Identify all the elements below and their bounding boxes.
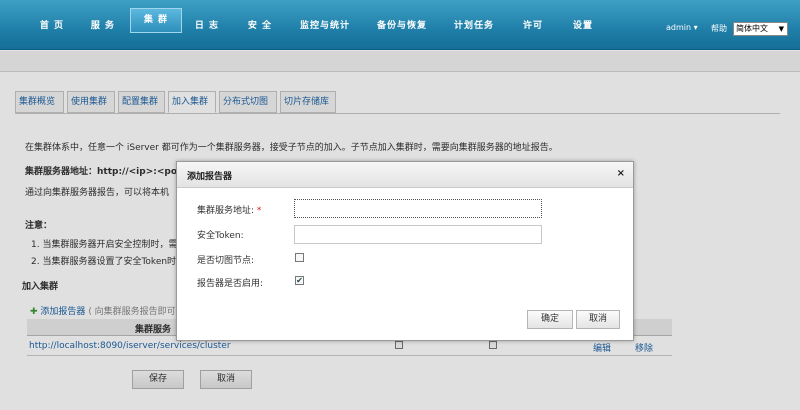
nav-security[interactable]: 安 全: [245, 0, 275, 50]
tile-node-checkbox[interactable]: [295, 253, 304, 262]
nav-logs[interactable]: 日 志: [192, 0, 222, 50]
dialog-header: 添加报告器 ×: [177, 162, 633, 188]
nav-home[interactable]: 首 页: [37, 0, 67, 50]
chevron-down-icon: ▼: [778, 25, 784, 33]
nav-monitoring[interactable]: 监控与统计: [297, 0, 353, 50]
checkmark-icon: ✔: [296, 276, 303, 285]
user-menu[interactable]: admin ▾: [666, 23, 698, 32]
required-mark: *: [256, 206, 262, 216]
token-input[interactable]: [294, 225, 542, 244]
enabled-label: 报告器是否启用:: [197, 279, 264, 289]
dialog-ok-button[interactable]: 确定: [527, 310, 573, 329]
server-address-input[interactable]: [294, 199, 542, 218]
server-address-label-text: 集群服务地址:: [197, 206, 255, 216]
dialog-cancel-button[interactable]: 取消: [576, 310, 620, 329]
nav-cluster[interactable]: 集 群: [130, 8, 182, 33]
language-select-value: 简体中文: [736, 24, 768, 33]
nav-backup[interactable]: 备份与恢复: [374, 0, 430, 50]
tile-node-label: 是否切图节点:: [197, 256, 255, 266]
nav-scheduled-tasks[interactable]: 计划任务: [449, 0, 499, 50]
language-select[interactable]: 简体中文 ▼: [733, 22, 788, 36]
add-reporter-dialog: 添加报告器 × 集群服务地址: * 安全Token: 是否切图节点: 报告器是否…: [176, 161, 634, 341]
dialog-title: 添加报告器: [187, 172, 233, 182]
enabled-checkbox[interactable]: ✔: [295, 276, 304, 285]
nav-services[interactable]: 服 务: [88, 0, 118, 50]
nav-license[interactable]: 许可: [518, 0, 548, 50]
nav-settings[interactable]: 设置: [568, 0, 598, 50]
help-link[interactable]: 帮助: [711, 23, 727, 34]
token-label: 安全Token:: [197, 231, 244, 241]
server-address-label: 集群服务地址: *: [197, 203, 261, 216]
close-icon[interactable]: ×: [617, 168, 625, 179]
top-nav-bar: 首 页 服 务 集 群 日 志 安 全 监控与统计 备份与恢复 计划任务 许可 …: [0, 0, 800, 50]
